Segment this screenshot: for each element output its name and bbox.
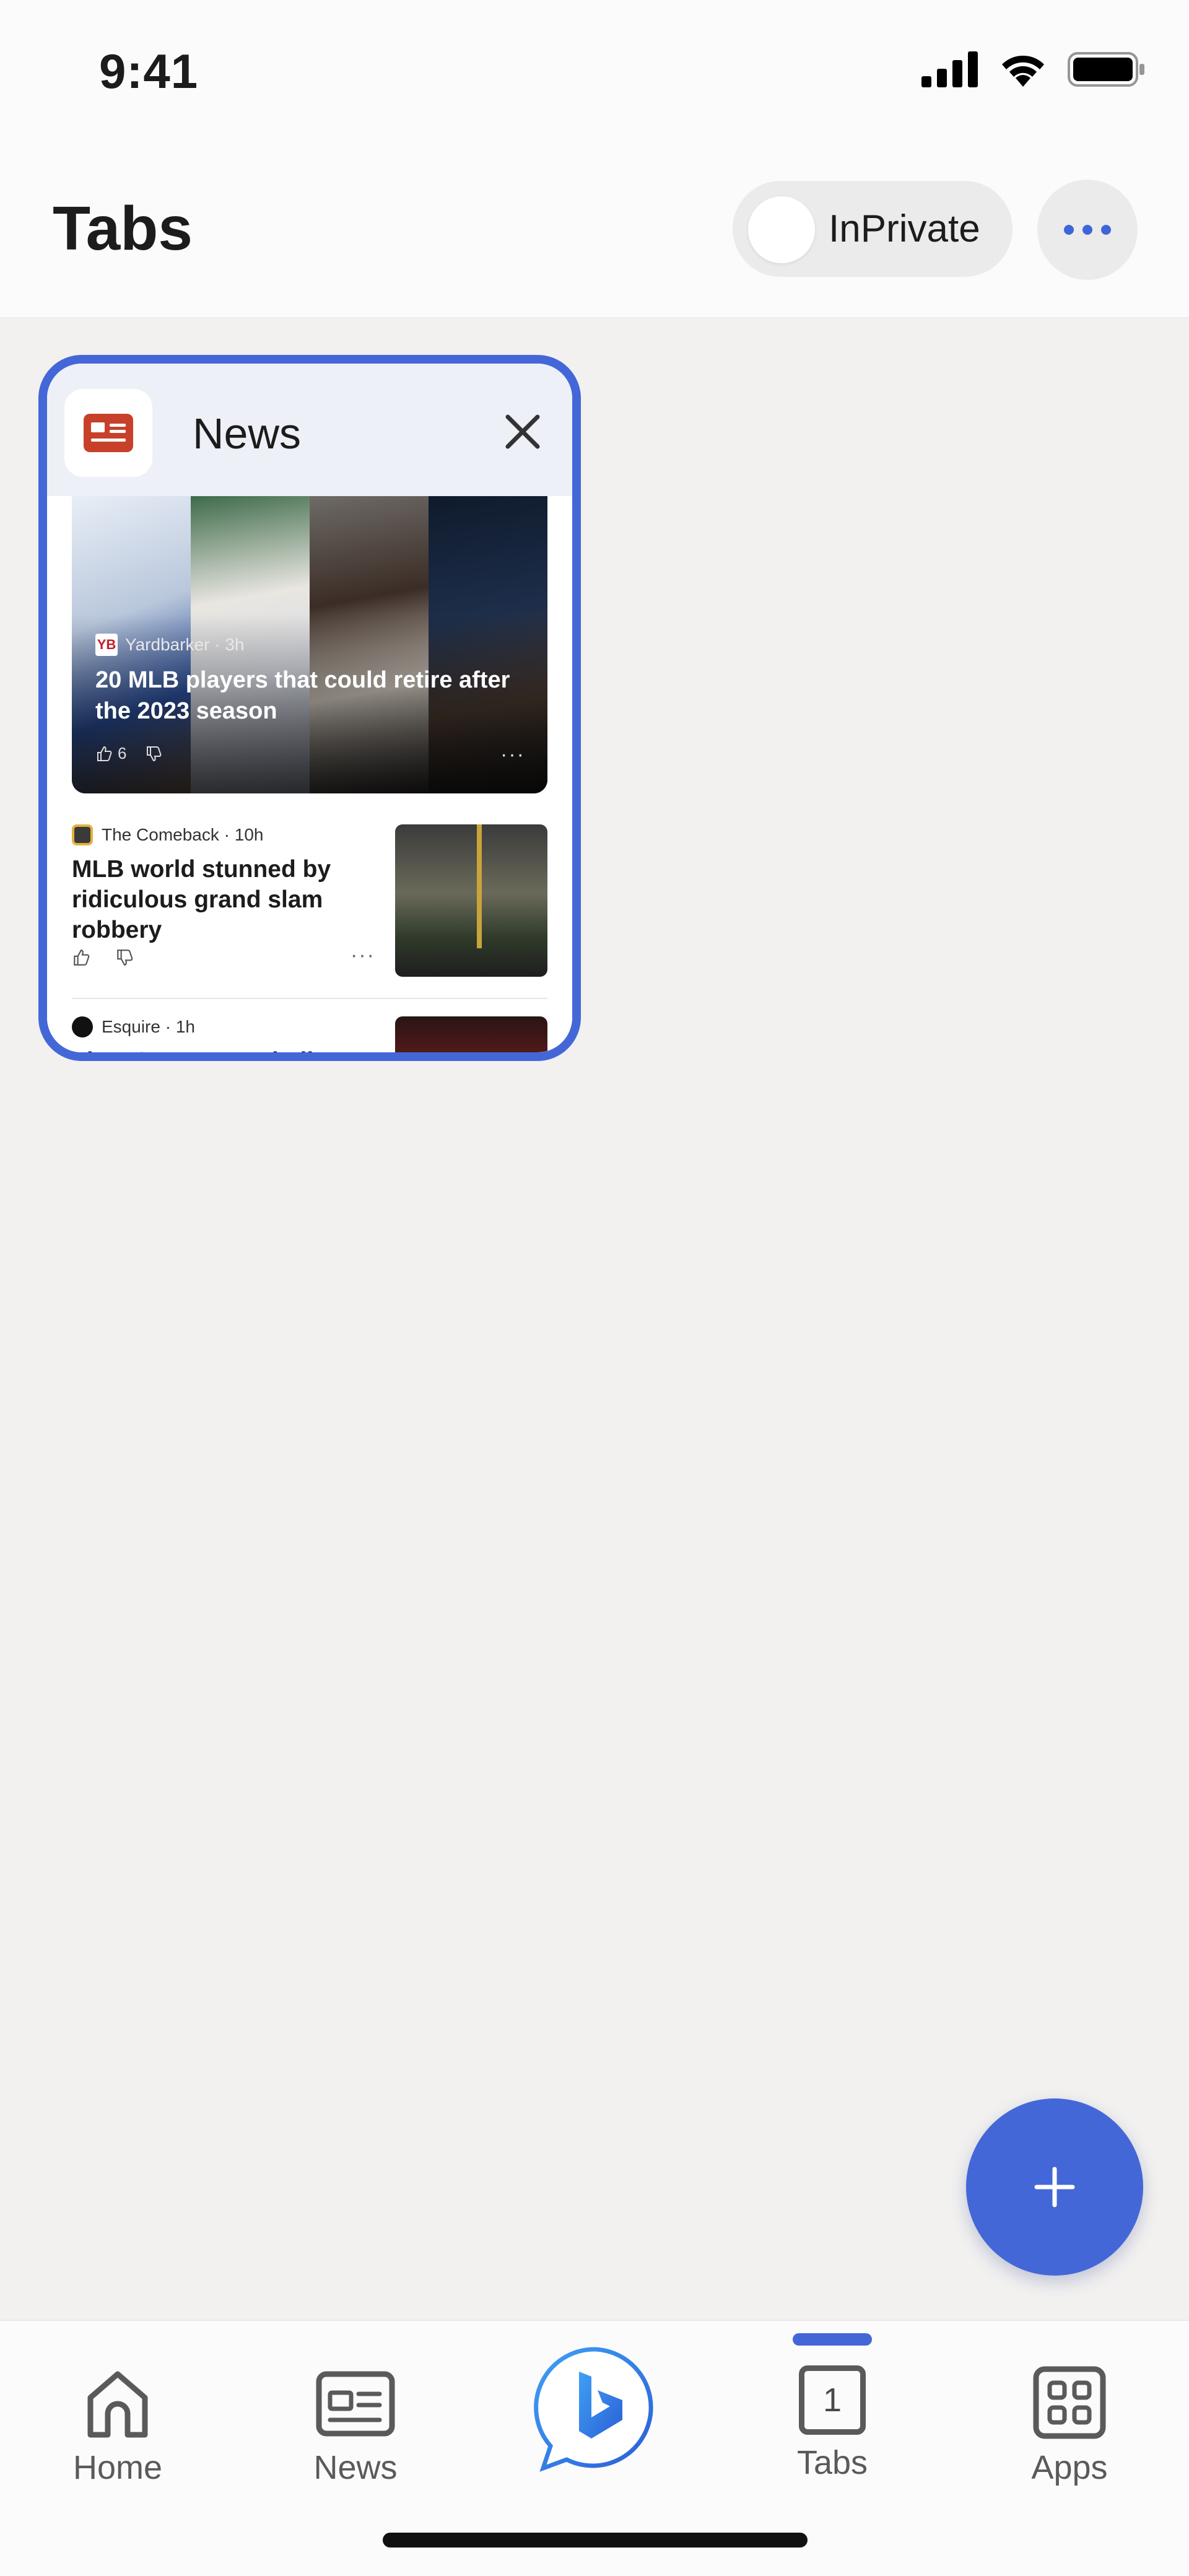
- status-icons: [921, 51, 1146, 88]
- article-actions: [72, 948, 134, 967]
- tab-card-header: News: [47, 364, 572, 496]
- more-dots-icon: [1064, 225, 1111, 235]
- new-tab-button[interactable]: [966, 2098, 1143, 2276]
- home-indicator[interactable]: [383, 2533, 808, 2548]
- article-title: MLB world stunned by ridiculous grand sl…: [72, 856, 331, 943]
- hero-story[interactable]: YB Yardbarker · 3h 20 MLB players that c…: [72, 496, 547, 793]
- hero-source-text: Yardbarker · 3h: [125, 635, 245, 654]
- apps-grid-icon: [1033, 2366, 1106, 2439]
- bottom-nav: Home News 1 Tabs Apps: [0, 2320, 1189, 2576]
- thumbs-down-icon[interactable]: [115, 948, 134, 967]
- thumbs-up-icon[interactable]: [72, 948, 90, 967]
- wifi-icon: [1002, 55, 1044, 87]
- nav-tabs[interactable]: 1 Tabs: [752, 2365, 913, 2482]
- article-more-icon[interactable]: ···: [351, 943, 375, 967]
- signal-icon: [921, 51, 978, 87]
- close-icon[interactable]: [498, 407, 547, 456]
- tabs-count: 1: [822, 2382, 842, 2419]
- hero-headline: 20 MLB players that could retire after t…: [95, 667, 510, 724]
- yardbarker-logo-icon: YB: [95, 634, 118, 656]
- nav-bing-chat[interactable]: [514, 2344, 675, 2474]
- toggle-knob: [748, 196, 815, 263]
- list-item[interactable]: Esquire · 1h The 12 Best Baseball Movies: [72, 1016, 547, 1052]
- list-item[interactable]: The Comeback · 10h MLB world stunned by …: [72, 824, 547, 977]
- hero-like-count: 6: [118, 744, 127, 762]
- the-comeback-logo-icon: [72, 824, 93, 845]
- article-thumbnail: [395, 1016, 547, 1052]
- hero-actions: 6: [95, 744, 162, 763]
- news-favicon-icon: [64, 389, 152, 477]
- status-time: 9:41: [99, 44, 199, 98]
- battery-icon: [1068, 52, 1144, 87]
- tab-card-news[interactable]: News YB Yardbarker · 3h 20 MLB players t…: [38, 355, 581, 1061]
- tabs-header: Tabs InPrivate: [0, 155, 1189, 318]
- article-thumbnail: [395, 824, 547, 977]
- tabs-icon: 1: [799, 2365, 866, 2435]
- tab-title: News: [193, 409, 302, 458]
- status-bar: 9:41: [0, 0, 1189, 155]
- thumbs-up-icon[interactable]: [95, 745, 113, 762]
- nav-news[interactable]: News: [275, 2365, 436, 2487]
- more-options-button[interactable]: [1037, 180, 1138, 280]
- page-title: Tabs: [53, 194, 193, 263]
- nav-apps[interactable]: Apps: [989, 2365, 1150, 2487]
- bing-chat-icon: [534, 2347, 653, 2472]
- inprivate-label: InPrivate: [829, 207, 980, 250]
- tab-preview: YB Yardbarker · 3h 20 MLB players that c…: [47, 496, 572, 1052]
- article-title: The 12 Best Baseball Movies: [72, 1046, 357, 1052]
- esquire-logo-icon: [72, 1016, 93, 1037]
- thumbs-down-icon[interactable]: [145, 745, 162, 762]
- active-tab-indicator: [793, 2333, 872, 2346]
- hero-source: YB Yardbarker · 3h: [95, 634, 244, 656]
- hero-more-icon[interactable]: ···: [500, 743, 525, 767]
- home-icon: [87, 2371, 148, 2438]
- inprivate-toggle[interactable]: InPrivate: [733, 181, 1013, 277]
- nav-home[interactable]: Home: [37, 2365, 198, 2487]
- news-icon: [316, 2371, 395, 2437]
- divider: [72, 998, 547, 999]
- plus-icon: [1034, 2167, 1075, 2207]
